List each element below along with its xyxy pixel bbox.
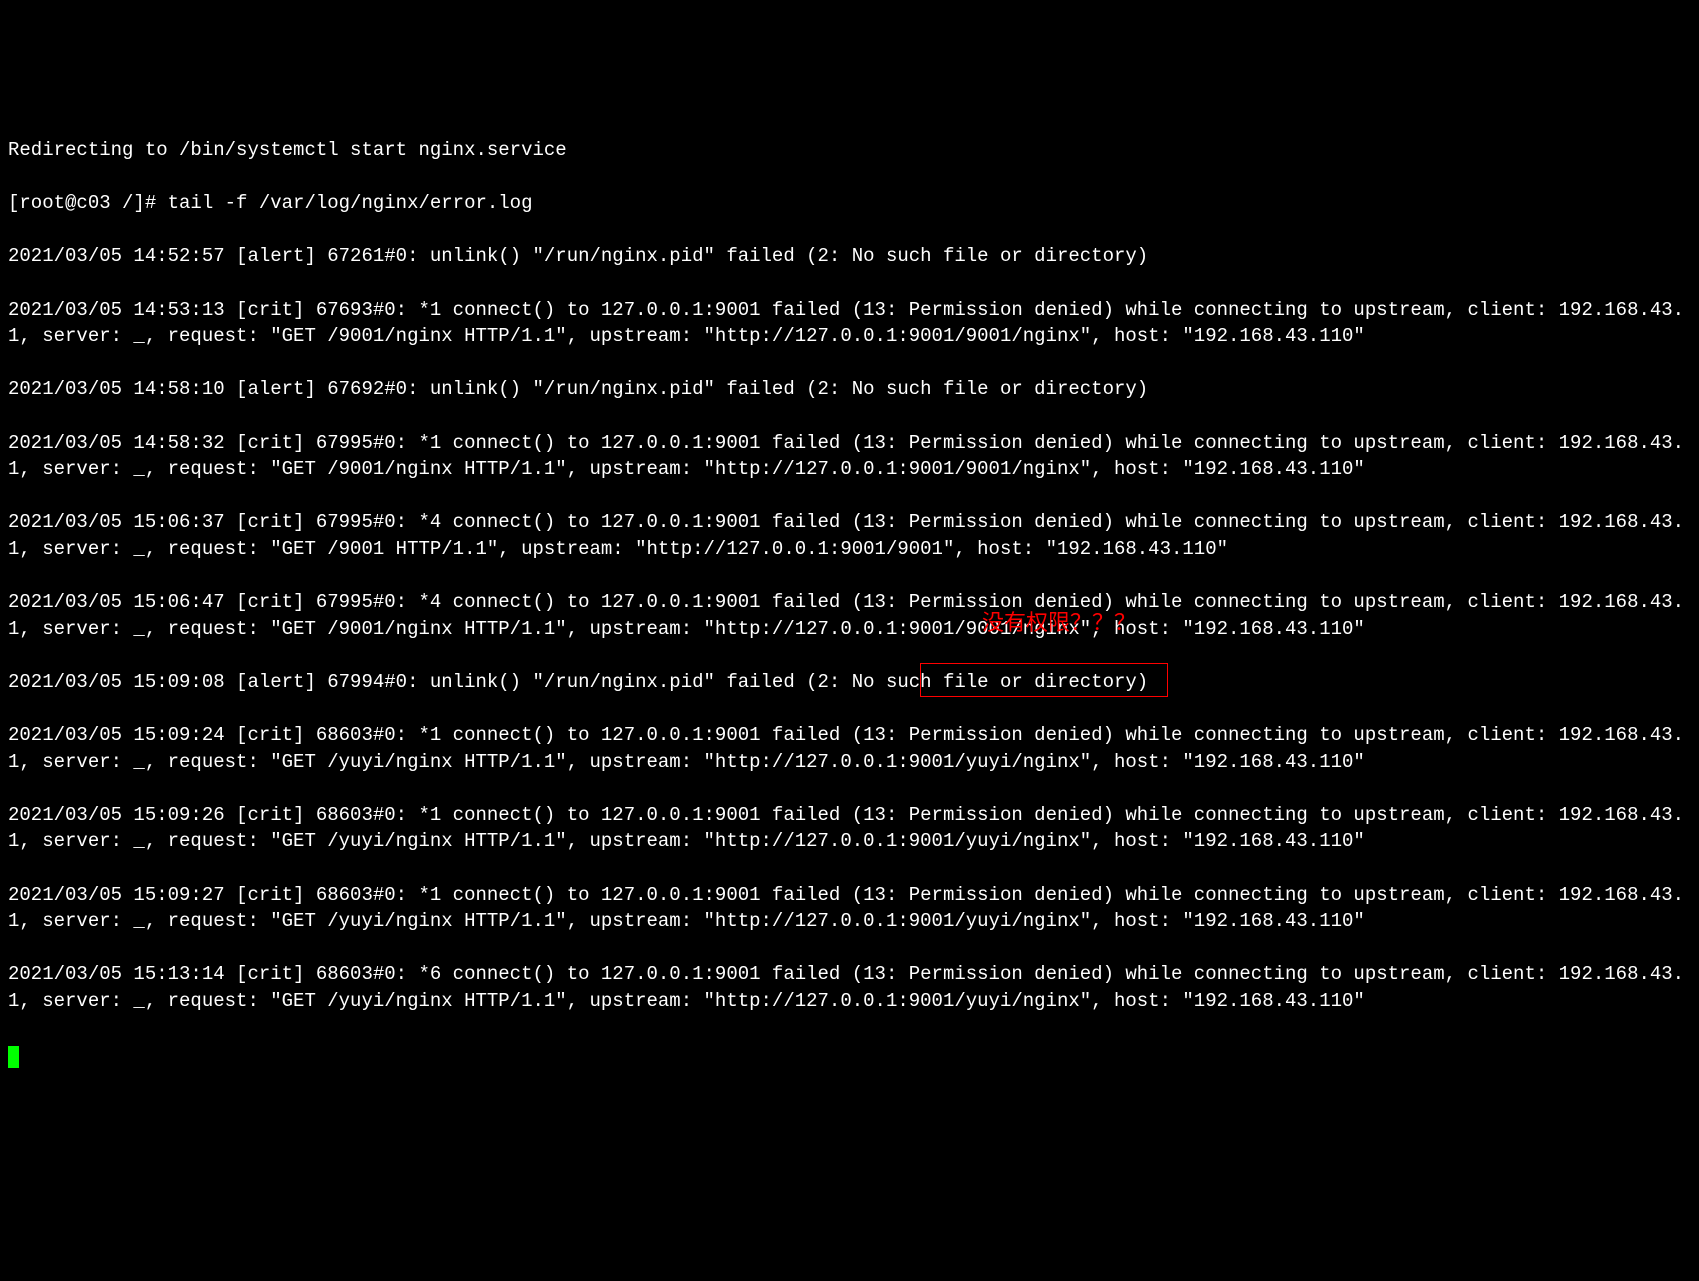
terminal-line: 2021/03/05 15:09:24 [crit] 68603#0: *1 c… [8, 722, 1691, 775]
terminal-output[interactable]: Redirecting to /bin/systemctl start ngin… [8, 110, 1691, 1067]
terminal-cursor [8, 1046, 19, 1068]
terminal-line: Redirecting to /bin/systemctl start ngin… [8, 137, 1691, 164]
terminal-line: 2021/03/05 15:13:14 [crit] 68603#0: *6 c… [8, 961, 1691, 1014]
terminal-line: 2021/03/05 15:09:27 [crit] 68603#0: *1 c… [8, 882, 1691, 935]
terminal-line: 2021/03/05 14:58:10 [alert] 67692#0: unl… [8, 376, 1691, 403]
terminal-line: [root@c03 /]# tail -f /var/log/nginx/err… [8, 190, 1691, 217]
terminal-line: 2021/03/05 14:58:32 [crit] 67995#0: *1 c… [8, 430, 1691, 483]
terminal-line: 2021/03/05 15:06:47 [crit] 67995#0: *4 c… [8, 589, 1691, 642]
terminal-line: 2021/03/05 15:09:08 [alert] 67994#0: unl… [8, 669, 1691, 696]
terminal-line: 2021/03/05 14:53:13 [crit] 67693#0: *1 c… [8, 297, 1691, 350]
terminal-line: 2021/03/05 15:09:26 [crit] 68603#0: *1 c… [8, 802, 1691, 855]
terminal-line: 2021/03/05 15:06:37 [crit] 67995#0: *4 c… [8, 509, 1691, 562]
terminal-line: 2021/03/05 14:52:57 [alert] 67261#0: unl… [8, 243, 1691, 270]
